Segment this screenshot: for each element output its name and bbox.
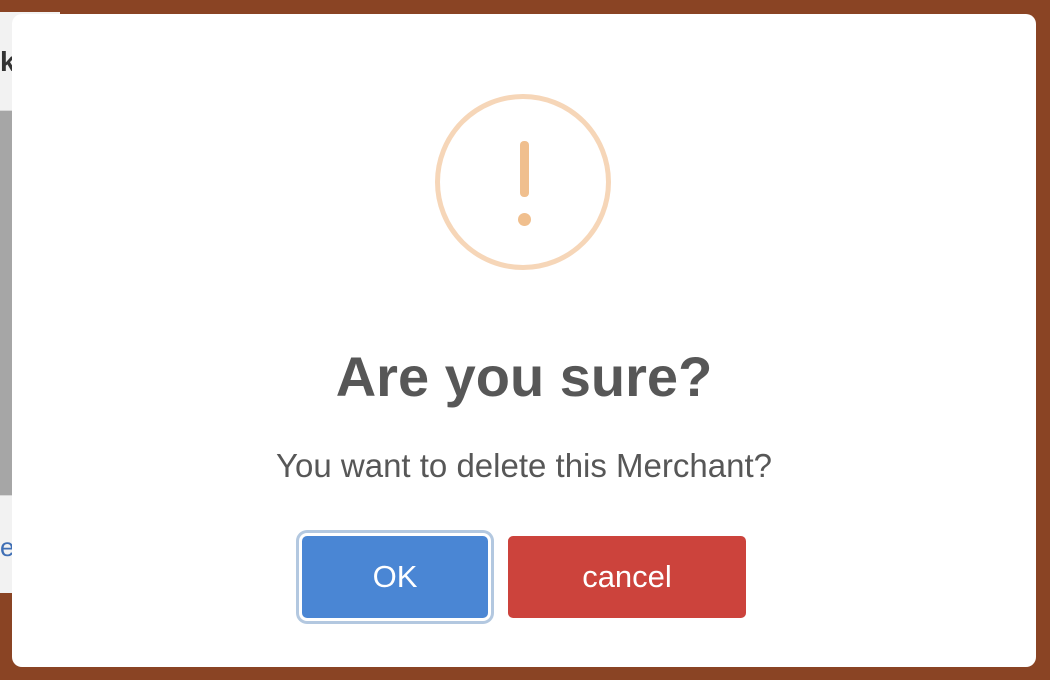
dialog-title: Are you sure? [335,345,713,408]
dialog-message: You want to delete this Merchant? [276,447,772,484]
exclamation-dot [518,213,531,226]
exclamation-bar [520,141,529,197]
cancel-button[interactable]: cancel [508,536,746,618]
confirm-dialog: Are you sure? You want to delete this Me… [12,14,1036,667]
ok-button[interactable]: OK [302,536,488,618]
exclamation-warning-icon [435,94,611,270]
